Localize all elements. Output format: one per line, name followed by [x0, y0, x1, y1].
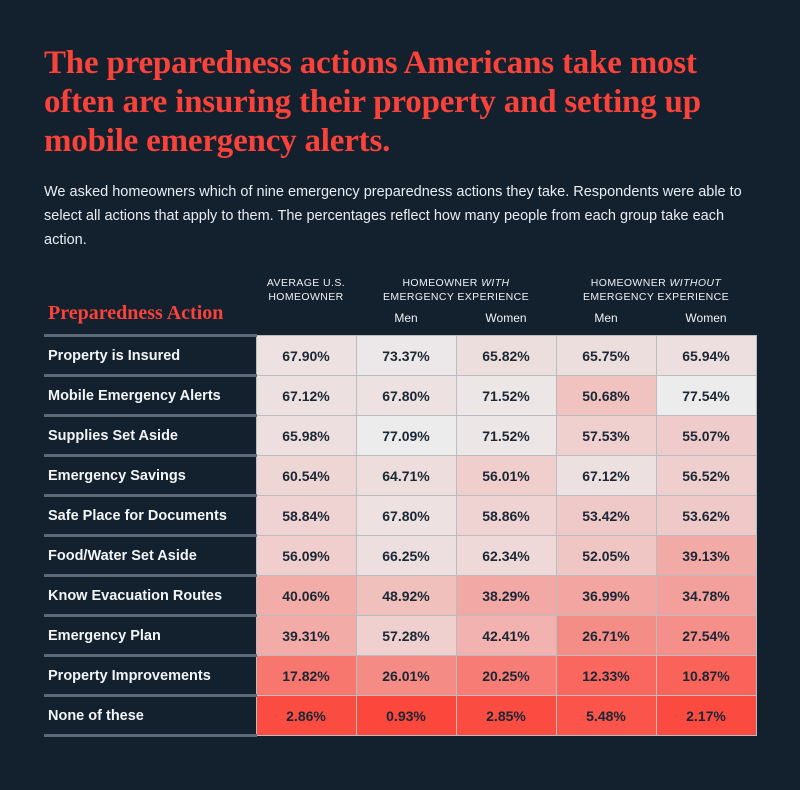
data-cell: 52.05% — [556, 535, 657, 576]
group-header-average-line1: AVERAGE U.S. — [266, 277, 346, 289]
data-cell: 65.94% — [656, 335, 757, 376]
table-row: Property is Insured 67.90% 73.37% 65.82% 65.… — [44, 334, 757, 376]
table-row: Supplies Set Aside 65.98% 77.09% 71.52% 57.5… — [44, 414, 757, 456]
table-row: Emergency Savings 60.54% 64.71% 56.01% 67.12… — [44, 454, 757, 496]
data-cell: 55.07% — [656, 415, 757, 456]
page-title: The preparedness actions Americans take … — [44, 45, 701, 159]
page-subtitle: We asked homeowners which of nine emerge… — [44, 184, 742, 248]
data-cell: 57.28% — [356, 615, 457, 656]
data-cell: 66.25% — [356, 535, 457, 576]
data-cell: 39.13% — [656, 535, 757, 576]
table-row: Property Improvements 17.82% 26.01% 20.25% 1… — [44, 654, 757, 696]
data-cell: 77.54% — [656, 375, 757, 416]
data-cell: 65.82% — [456, 335, 557, 376]
sub-header-without-men: Men — [594, 311, 618, 325]
row-label: Property is Insured — [44, 334, 256, 376]
infographic-page: The preparedness actions Americans take … — [0, 0, 800, 790]
data-cell: 2.85% — [456, 695, 557, 736]
group-header-without-line2: EMERGENCY EXPERIENCE — [582, 291, 730, 303]
group-header-with-line2: EMERGENCY EXPERIENCE — [382, 291, 530, 303]
table-header: Preparedness Action AVERAGE U.S. HOMEOWN… — [44, 276, 756, 336]
data-cell: 57.53% — [556, 415, 657, 456]
data-cell: 27.54% — [656, 615, 757, 656]
table-row: Food/Water Set Aside 56.09% 66.25% 62.34% 52… — [44, 534, 757, 576]
data-cell: 60.54% — [255, 455, 357, 496]
data-cell: 73.37% — [356, 335, 457, 376]
data-cell: 26.71% — [556, 615, 657, 656]
data-cell: 2.86% — [255, 695, 357, 736]
data-cell: 2.17% — [656, 695, 757, 736]
data-cell: 56.09% — [255, 535, 357, 576]
data-cell: 53.42% — [556, 495, 657, 536]
table-row: Emergency Plan 39.31% 57.28% 42.41% 26.71% 27… — [44, 614, 757, 656]
corner-header: Preparedness Action — [48, 302, 224, 324]
group-header-without-emphasis: WITHOUT — [669, 277, 722, 289]
data-cell: 67.12% — [255, 375, 357, 416]
row-label: Safe Place for Documents — [44, 494, 256, 536]
group-header-with-experience: HOMEOWNER WITH EMERGENCY EXPERIENCE — [356, 276, 556, 307]
data-cell: 39.31% — [255, 615, 357, 656]
data-cell: 65.75% — [556, 335, 657, 376]
data-cell: 5.48% — [556, 695, 657, 736]
row-label: Emergency Plan — [44, 614, 256, 656]
row-label: Mobile Emergency Alerts — [44, 374, 256, 416]
data-cell: 17.82% — [255, 655, 357, 696]
data-cell: 62.34% — [456, 535, 557, 576]
data-cell: 58.86% — [456, 495, 557, 536]
data-cell: 65.98% — [255, 415, 357, 456]
group-header-with-line1: HOMEOWNER — [402, 277, 482, 289]
row-label: Property Improvements — [44, 654, 256, 696]
data-cell: 12.33% — [556, 655, 657, 696]
row-label: Know Evacuation Routes — [44, 574, 256, 616]
group-header-without-line1: HOMEOWNER — [590, 277, 670, 289]
sub-header-average — [256, 307, 356, 336]
data-cell: 48.92% — [356, 575, 457, 616]
data-cell: 67.80% — [356, 375, 457, 416]
data-cell: 71.52% — [456, 415, 557, 456]
row-label: Emergency Savings — [44, 454, 256, 496]
data-cell: 20.25% — [456, 655, 557, 696]
data-cell: 0.93% — [356, 695, 457, 736]
data-cell: 67.12% — [556, 455, 657, 496]
data-cell: 34.78% — [656, 575, 757, 616]
sub-header-with-women: Women — [485, 311, 527, 325]
group-header-with-emphasis: WITH — [481, 277, 510, 289]
data-cell: 77.09% — [356, 415, 457, 456]
data-cell: 53.62% — [656, 495, 757, 536]
data-cell: 67.90% — [255, 335, 357, 376]
data-cell: 36.99% — [556, 575, 657, 616]
data-cell: 40.06% — [255, 575, 357, 616]
sub-header-with-men: Men — [394, 311, 418, 325]
table-row: Safe Place for Documents 58.84% 67.80% 58.8… — [44, 494, 757, 536]
row-label: Food/Water Set Aside — [44, 534, 256, 576]
data-cell: 38.29% — [456, 575, 557, 616]
group-header-without-experience: HOMEOWNER WITHOUT EMERGENCY EXPERIENCE — [556, 276, 756, 307]
data-cell: 56.01% — [456, 455, 557, 496]
group-header-average-line2: HOMEOWNER — [268, 291, 344, 303]
data-cell: 71.52% — [456, 375, 557, 416]
data-cell: 26.01% — [356, 655, 457, 696]
row-label: None of these — [44, 694, 256, 737]
table-row: Mobile Emergency Alerts 67.12% 67.80% 71.52… — [44, 374, 757, 416]
preparedness-heatmap-table: Preparedness Action AVERAGE U.S. HOMEOWN… — [44, 276, 757, 737]
row-label: Supplies Set Aside — [44, 414, 256, 456]
data-cell: 56.52% — [656, 455, 757, 496]
data-cell: 64.71% — [356, 455, 457, 496]
table-row: None of these 2.86% 0.93% 2.85% 5.48% 2.17% — [44, 694, 757, 737]
data-cell: 58.84% — [255, 495, 357, 536]
data-cell: 67.80% — [356, 495, 457, 536]
data-cell: 50.68% — [556, 375, 657, 416]
sub-header-without-women: Women — [685, 311, 727, 325]
table-body: Property is Insured 67.90% 73.37% 65.82% 65.… — [44, 334, 757, 737]
group-header-average: AVERAGE U.S. HOMEOWNER — [256, 276, 356, 307]
data-cell: 10.87% — [656, 655, 757, 696]
table-row: Know Evacuation Routes 40.06% 48.92% 38.29%… — [44, 574, 757, 616]
table-group-header-row: Preparedness Action AVERAGE U.S. HOMEOWN… — [44, 276, 756, 324]
data-cell: 42.41% — [456, 615, 557, 656]
